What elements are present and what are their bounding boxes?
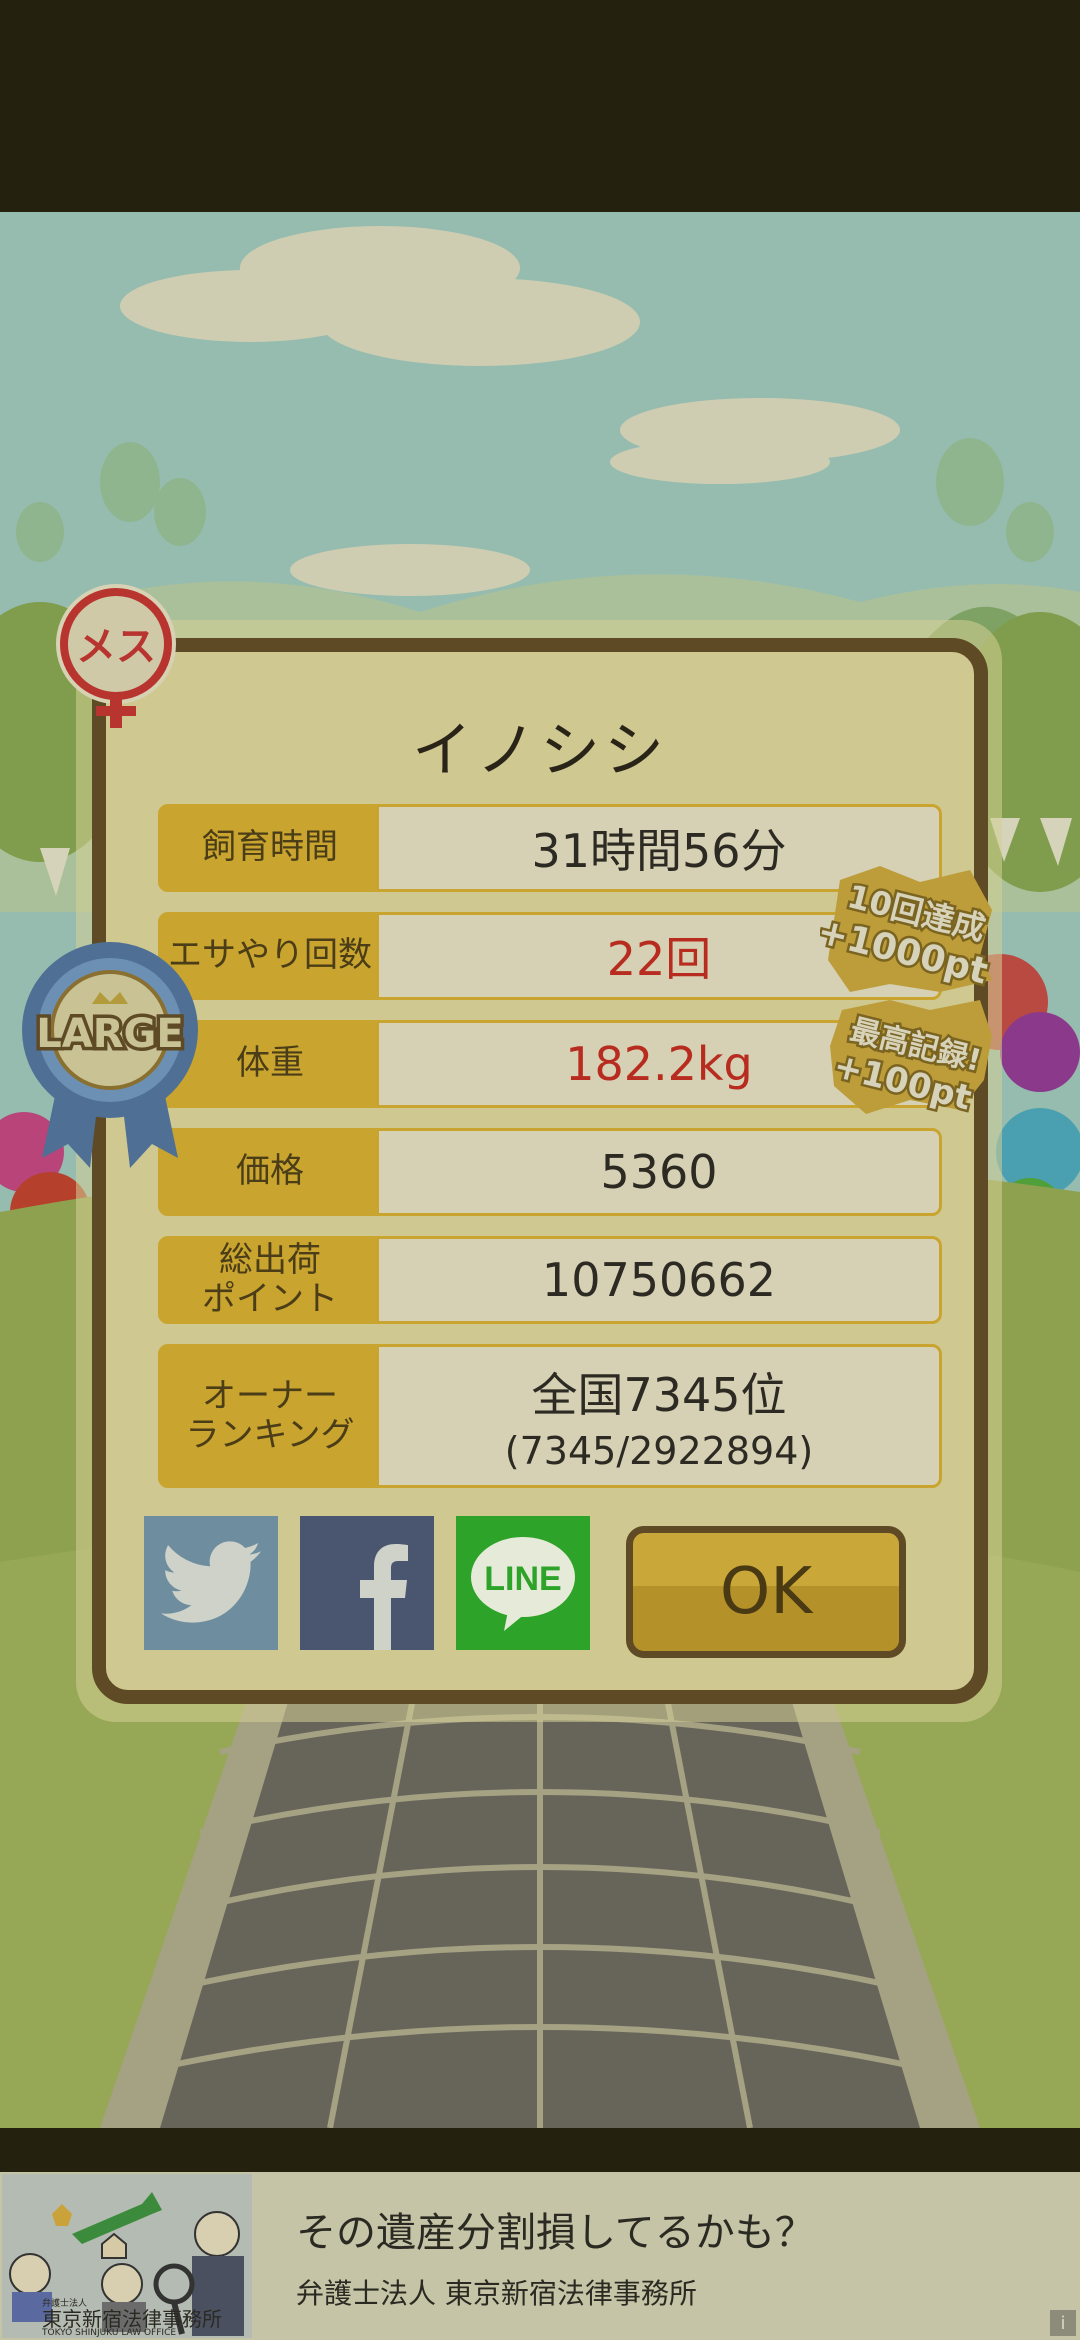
row-value: 10750662 (379, 1239, 939, 1321)
ad-headline[interactable]: その遺産分割損してるかも？ (296, 2200, 815, 2258)
line-icon: LINE (471, 1537, 575, 1631)
row-label: 総出荷 ポイント (202, 1239, 338, 1319)
facebook-icon (360, 1544, 408, 1650)
row-total-points: 総出荷 ポイント 10750662 (158, 1236, 942, 1324)
line-label: LINE (484, 1560, 561, 1598)
row-value: 全国7345位 (7345/2922894) (379, 1347, 939, 1485)
ad-info-icon[interactable]: i (1050, 2310, 1076, 2336)
gender-label: メス (76, 624, 156, 670)
ad-logo: 弁護士法人 東京新宿法律事務所 TOKYO SHINJUKU LAW OFFIC… (42, 2299, 222, 2338)
twitter-share-button[interactable] (144, 1516, 278, 1650)
large-size-ribbon: LARGE (20, 922, 200, 1172)
row-price: 価格 5360 (158, 1128, 942, 1216)
size-label: LARGE (36, 1011, 183, 1057)
status-bar-area (0, 0, 1080, 212)
ad-image[interactable]: 弁護士法人 東京新宿法律事務所 TOKYO SHINJUKU LAW OFFIC… (2, 2174, 252, 2338)
row-value: 5360 (379, 1131, 939, 1213)
row-owner-ranking: オーナー ランキング 全国7345位 (7345/2922894) (158, 1344, 942, 1488)
twitter-icon (161, 1541, 261, 1623)
ad-advertiser[interactable]: 弁護士法人 東京新宿法律事務所 (296, 2272, 697, 2312)
result-dialog: イノシシ 飼育時間 31時間56分 エサやり回数 22回 体重 182.2kg … (92, 638, 988, 1704)
nav-gap (0, 2128, 1080, 2172)
line-share-button[interactable]: LINE (456, 1516, 590, 1650)
ad-banner[interactable]: 弁護士法人 東京新宿法律事務所 TOKYO SHINJUKU LAW OFFIC… (0, 2172, 1080, 2340)
ok-button[interactable]: OK (626, 1526, 906, 1658)
bonus-stamps: 10回達成 +1000pt 最高記録! +100pt (811, 860, 996, 1130)
female-badge: メス (52, 582, 180, 732)
row-label: 飼育時間 (202, 827, 338, 868)
facebook-share-button[interactable] (300, 1516, 434, 1650)
row-label: オーナー ランキング (185, 1375, 355, 1455)
animal-name-title: イノシシ (412, 716, 668, 786)
ok-label: OK (719, 1555, 813, 1629)
